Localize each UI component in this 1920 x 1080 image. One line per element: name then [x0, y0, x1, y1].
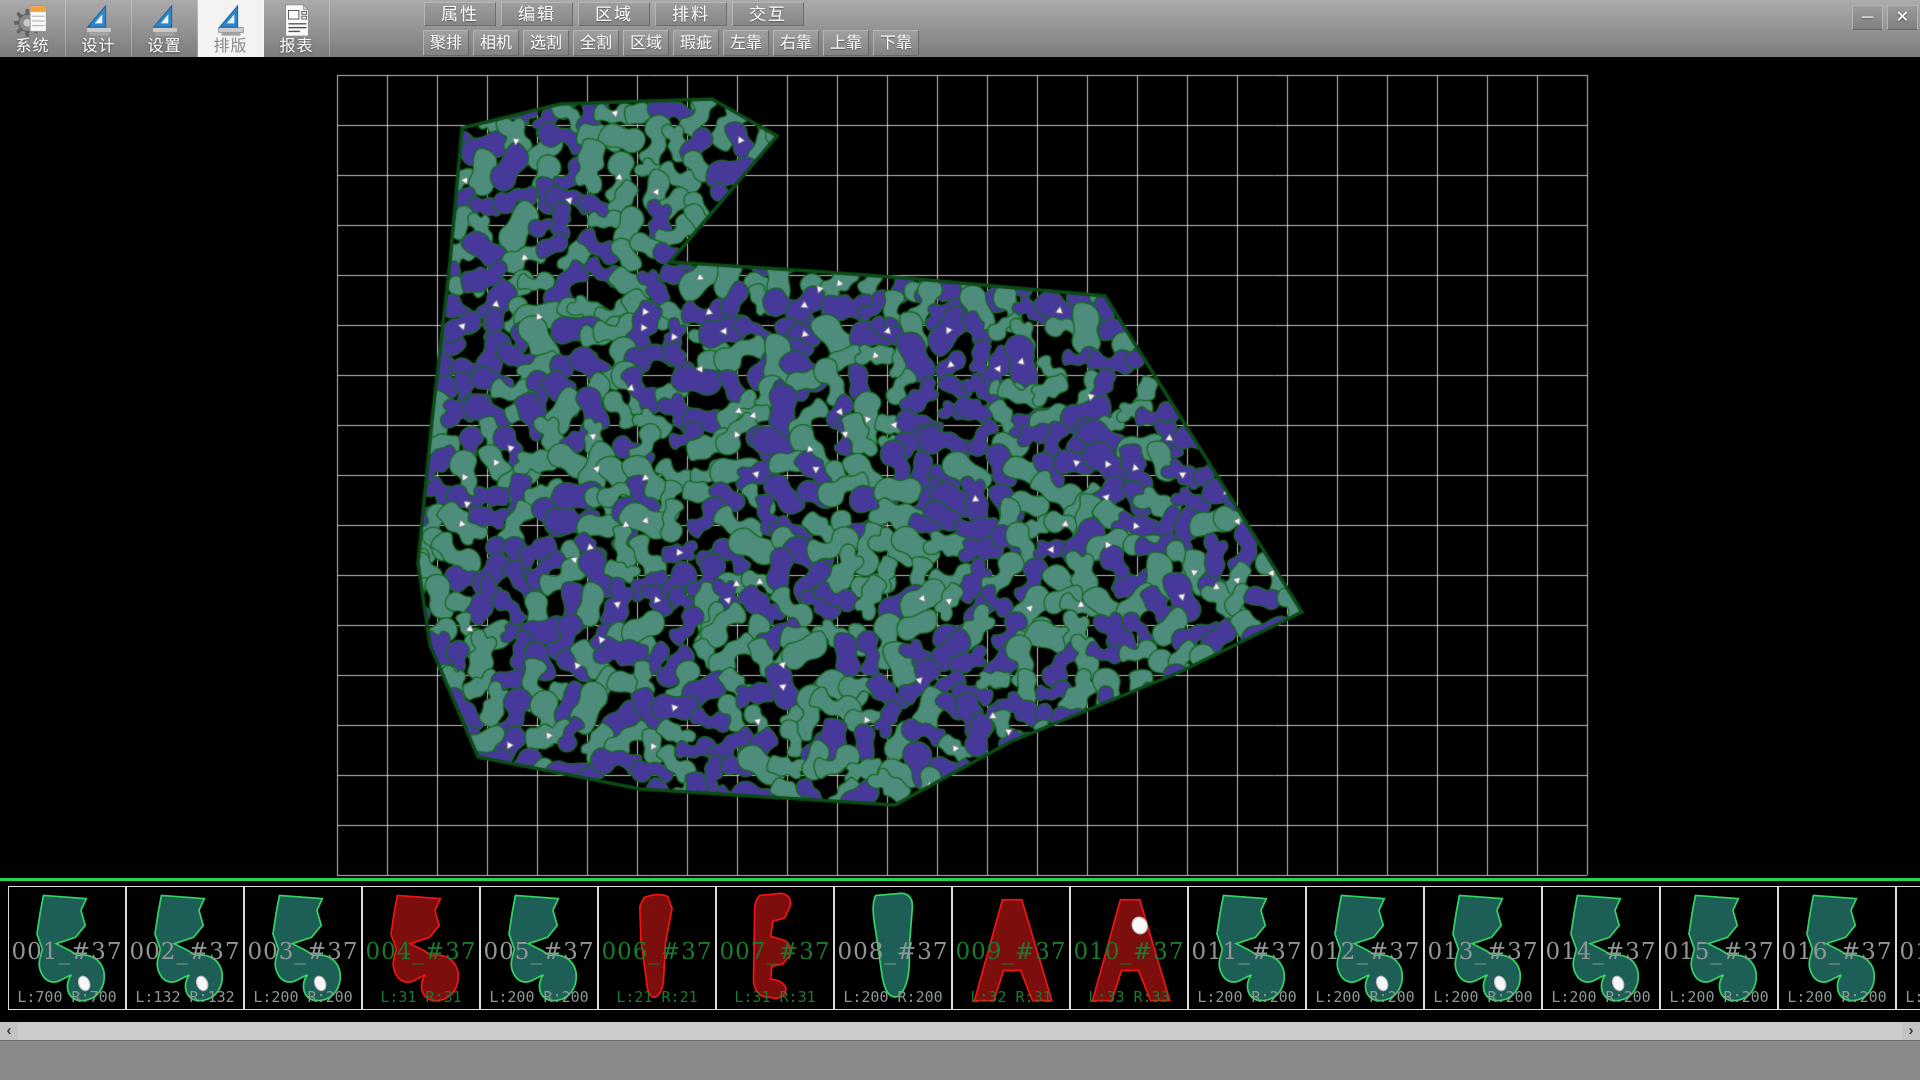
piece-title: 011_#37 — [1189, 939, 1305, 965]
main-toolbar: 系统设计设置排版报表 属性编辑区域排料交互 聚排相机选割全割区域瑕疵左靠右靠上靠… — [0, 0, 1920, 58]
piece-quantity-label: L:200 R:200 — [1189, 988, 1305, 1006]
action-button-cut-all[interactable]: 全割 — [573, 30, 619, 56]
piece-title: 003_#37 — [245, 939, 361, 965]
piece-quantity-label: L:200 R:200 — [835, 988, 951, 1006]
minimize-button[interactable]: ─ — [1852, 5, 1883, 30]
piece-thumbnail[interactable]: 010_#37 L:33 R:33 — [1070, 886, 1188, 1010]
piece-thumbnail[interactable]: 007_#37 L:31 R:31 — [716, 886, 834, 1010]
main-button-label: 设计 — [66, 32, 131, 56]
scroll-right-icon[interactable]: › — [1902, 1022, 1920, 1040]
piece-title: 015_#37 — [1661, 939, 1777, 965]
main-button-layout[interactable]: 排版 — [198, 0, 264, 57]
main-button-label: 报表 — [264, 32, 329, 56]
piece-title: 009_#37 — [953, 939, 1069, 965]
main-button-label: 设置 — [132, 32, 197, 56]
piece-thumbnail[interactable]: 003_#37 L:200 R:200 — [244, 886, 362, 1010]
close-button[interactable]: ✕ — [1887, 5, 1918, 30]
piece-thumbnail[interactable]: 001_#37 L:700 R:700 — [8, 886, 126, 1010]
main-button-system[interactable]: 系统 — [0, 0, 66, 57]
piece-quantity-label: L:200 R:200 — [1661, 988, 1777, 1006]
application-window: 系统设计设置排版报表 属性编辑区域排料交互 聚排相机选割全割区域瑕疵左靠右靠上靠… — [0, 0, 1920, 1080]
piece-thumbnail[interactable]: 015_#37 L:200 R:200 — [1660, 886, 1778, 1010]
piece-quantity-label: L:200 R:200 — [1543, 988, 1659, 1006]
main-button-label: 排版 — [198, 32, 263, 56]
piece-quantity-label: L:31 R:31 — [717, 988, 833, 1006]
action-button-align-left[interactable]: 左靠 — [723, 30, 769, 56]
piece-thumbnail-strip: 001_#37L:700 R:700002_#37L:132 R:132003_… — [0, 878, 1920, 1022]
tab-nesting[interactable]: 排料 — [655, 2, 727, 26]
tab-properties[interactable]: 属性 — [424, 2, 496, 26]
piece-thumbnail[interactable]: 017_#37 L:200 R:200 — [1896, 886, 1920, 1010]
piece-title: 007_#37 — [717, 939, 833, 965]
action-button-select-cut[interactable]: 选割 — [523, 30, 569, 56]
tab-edit[interactable]: 编辑 — [501, 2, 573, 26]
nesting-viewport[interactable] — [0, 57, 1920, 878]
action-button-align-top[interactable]: 上靠 — [823, 30, 869, 56]
piece-title: 006_#37 — [599, 939, 715, 965]
tab-region[interactable]: 区域 — [578, 2, 650, 26]
horizontal-scrollbar[interactable]: ‹ › — [0, 1022, 1920, 1040]
piece-title: 008_#37 — [835, 939, 951, 965]
action-button-camera[interactable]: 相机 — [473, 30, 519, 56]
piece-thumbnail[interactable]: 012_#37 L:200 R:200 — [1306, 886, 1424, 1010]
piece-quantity-label: L:32 R:31 — [953, 988, 1069, 1006]
action-button-region[interactable]: 区域 — [623, 30, 669, 56]
piece-quantity-label: L:33 R:33 — [1071, 988, 1187, 1006]
piece-title: 016_#37 — [1779, 939, 1895, 965]
action-button-align-bottom[interactable]: 下靠 — [873, 30, 919, 56]
strip-divider — [0, 878, 1920, 881]
status-bar — [0, 1040, 1920, 1080]
tab-interactive[interactable]: 交互 — [732, 2, 804, 26]
piece-thumbnail[interactable]: 011_#37 L:200 R:200 — [1188, 886, 1306, 1010]
piece-title: 013_#37 — [1425, 939, 1541, 965]
main-button-settings[interactable]: 设置 — [132, 0, 198, 57]
piece-title: 017_#37 — [1897, 939, 1920, 965]
piece-quantity-label: L:200 R:200 — [1897, 988, 1920, 1006]
piece-thumbnail[interactable]: 002_#37 L:132 R:132 — [126, 886, 244, 1010]
piece-quantity-label: L:200 R:200 — [1779, 988, 1895, 1006]
piece-thumbnail[interactable]: 006_#37 L:21 R:21 — [598, 886, 716, 1010]
main-button-label: 系统 — [0, 32, 65, 56]
piece-title: 004_#37 — [363, 939, 479, 965]
piece-title: 014_#37 — [1543, 939, 1659, 965]
action-button-defect[interactable]: 瑕疵 — [673, 30, 719, 56]
action-button-cluster-nest[interactable]: 聚排 — [423, 30, 469, 56]
piece-thumbnail[interactable]: 004_#37 L:31 R:31 — [362, 886, 480, 1010]
piece-thumbnail[interactable]: 014_#37 L:200 R:200 — [1542, 886, 1660, 1010]
piece-title: 002_#37 — [127, 939, 243, 965]
piece-quantity-label: L:200 R:200 — [1425, 988, 1541, 1006]
main-button-design[interactable]: 设计 — [66, 0, 132, 57]
piece-quantity-label: L:700 R:700 — [9, 988, 125, 1006]
piece-thumbnail[interactable]: 008_#37 L:200 R:200 — [834, 886, 952, 1010]
scroll-left-icon[interactable]: ‹ — [0, 1022, 18, 1040]
piece-title: 001_#37 — [9, 939, 125, 965]
piece-quantity-label: L:132 R:132 — [127, 988, 243, 1006]
piece-quantity-label: L:21 R:21 — [599, 988, 715, 1006]
action-button-align-right[interactable]: 右靠 — [773, 30, 819, 56]
piece-quantity-label: L:31 R:31 — [363, 988, 479, 1006]
piece-title: 012_#37 — [1307, 939, 1423, 965]
piece-title: 005_#37 — [481, 939, 597, 965]
piece-quantity-label: L:200 R:200 — [245, 988, 361, 1006]
piece-thumbnail[interactable]: 016_#37 L:200 R:200 — [1778, 886, 1896, 1010]
piece-quantity-label: L:200 R:200 — [1307, 988, 1423, 1006]
piece-quantity-label: L:200 R:200 — [481, 988, 597, 1006]
piece-thumbnail[interactable]: 013_#37 L:200 R:200 — [1424, 886, 1542, 1010]
piece-thumbnail[interactable]: 005_#37 L:200 R:200 — [480, 886, 598, 1010]
piece-title: 010_#37 — [1071, 939, 1187, 965]
piece-thumbnail[interactable]: 009_#37 L:32 R:31 — [952, 886, 1070, 1010]
main-button-report[interactable]: 报表 — [264, 0, 330, 57]
